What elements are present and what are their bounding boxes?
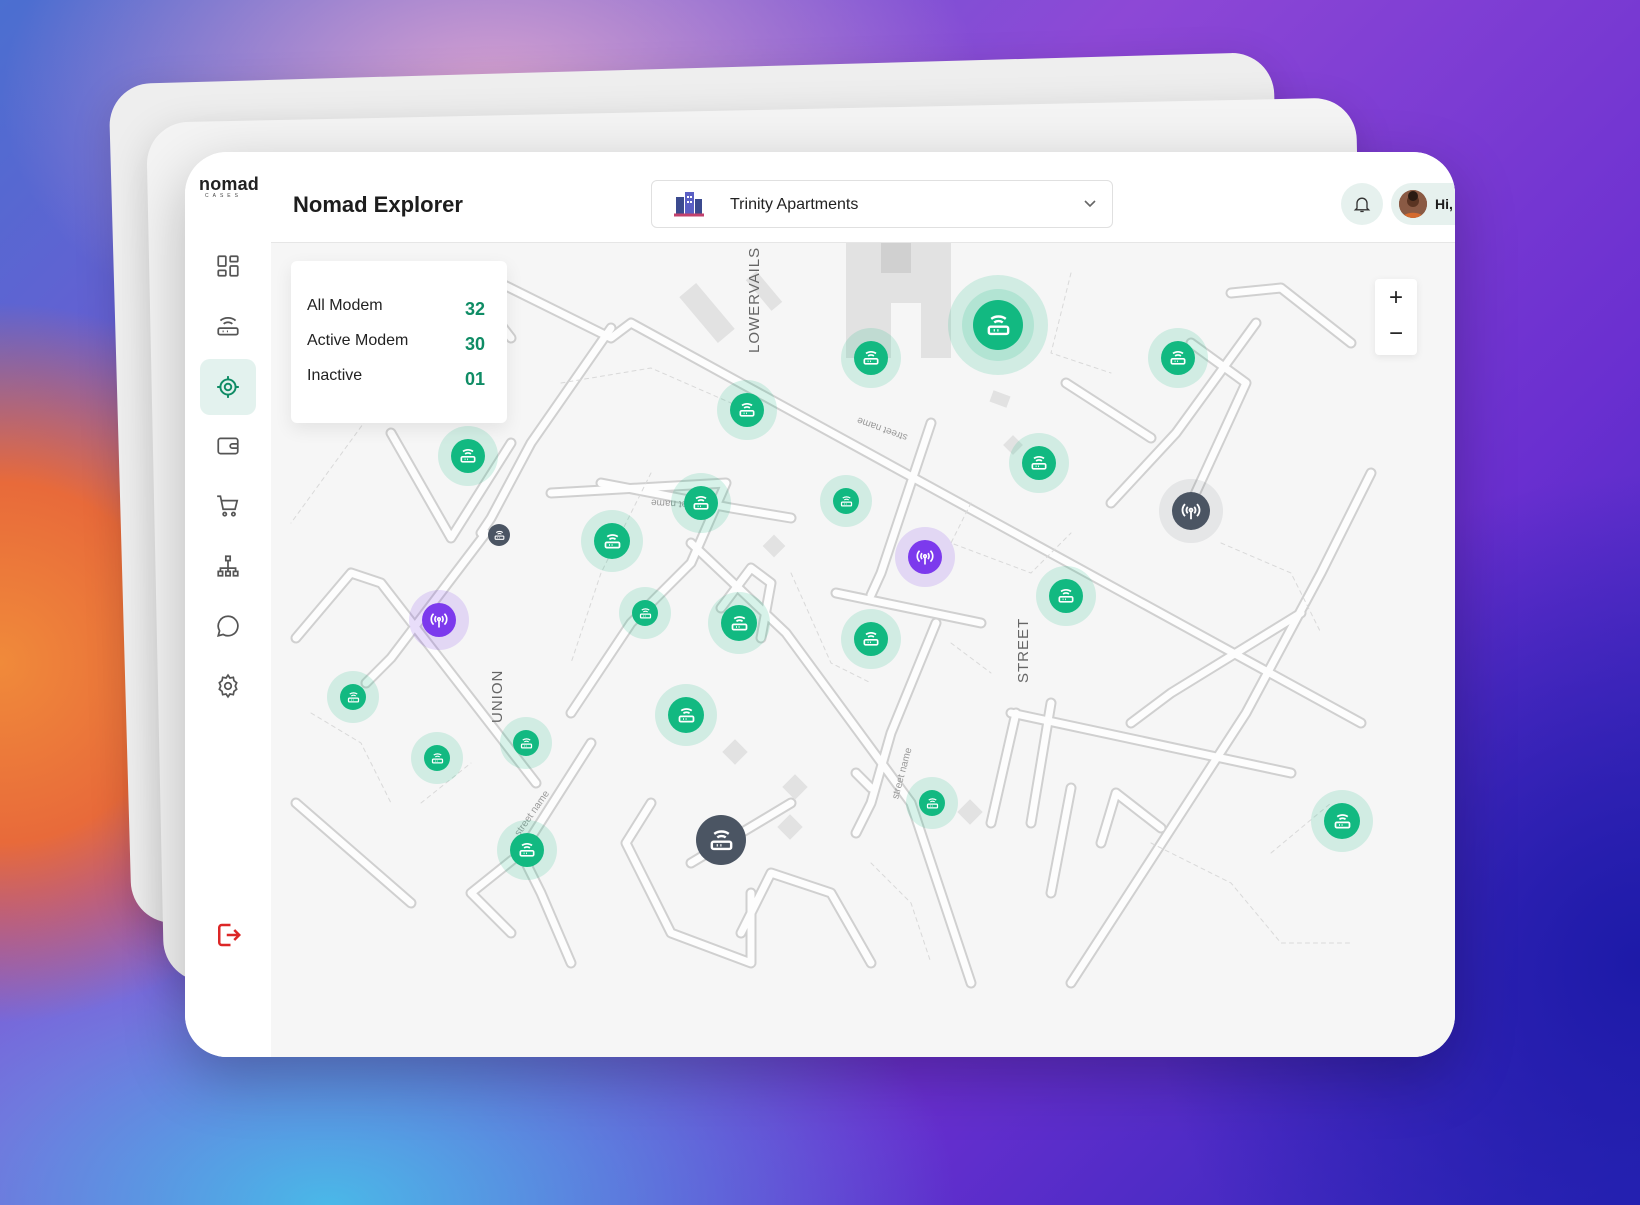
logout-icon[interactable]	[213, 920, 243, 950]
header: Nomad Explorer Trinity Apartments Hi, Ru…	[271, 152, 1455, 243]
inactive-modem-marker[interactable]	[488, 524, 510, 546]
modem-marker[interactable]	[854, 622, 888, 656]
modem-marker[interactable]	[668, 697, 704, 733]
street-label-street: STREET	[1015, 617, 1032, 683]
tower-marker[interactable]	[908, 540, 942, 574]
sidebar: nomad CASES	[185, 152, 271, 1057]
gear-icon	[218, 673, 238, 699]
tower-marker[interactable]	[422, 603, 456, 637]
street-label-lowervails: LOWERVAILS	[746, 246, 763, 353]
sidebar-item-wallet[interactable]	[200, 418, 256, 474]
modem-marker[interactable]	[424, 745, 450, 771]
router-icon	[861, 348, 881, 368]
router-icon	[430, 751, 445, 766]
router-icon	[217, 317, 239, 336]
modem-marker[interactable]	[684, 486, 718, 520]
user-greeting: Hi, Ruth	[1435, 196, 1455, 212]
modem-marker[interactable]	[973, 300, 1023, 350]
modem-marker[interactable]	[919, 790, 945, 816]
signal-tower-icon	[1180, 500, 1202, 522]
router-icon	[1332, 811, 1353, 832]
street-label-union: UNION	[489, 669, 506, 723]
avatar	[1399, 190, 1427, 218]
building-icon	[674, 192, 704, 217]
dashboard-icon	[217, 255, 239, 277]
router-icon	[729, 613, 750, 634]
map[interactable]: LOWERVAILS UNION STREET street name stre…	[271, 243, 1455, 1057]
stat-active-modem: Active Modem 30	[307, 332, 485, 354]
modem-marker[interactable]	[833, 488, 859, 514]
signal-tower-icon	[429, 610, 449, 630]
modem-marker[interactable]	[1161, 341, 1195, 375]
router-icon	[519, 736, 534, 751]
sidebar-item-dashboard[interactable]	[200, 238, 256, 294]
router-icon	[925, 796, 940, 811]
sidebar-item-messages[interactable]	[200, 598, 256, 654]
router-icon	[861, 629, 881, 649]
modem-marker[interactable]	[1049, 579, 1083, 613]
sidebar-item-network[interactable]	[200, 538, 256, 594]
zoom-out-button[interactable]: −	[1375, 315, 1417, 353]
stat-inactive-modem: Inactive 01	[307, 367, 485, 389]
router-icon	[707, 826, 736, 855]
page-title: Nomad Explorer	[293, 192, 463, 217]
modem-marker[interactable]	[632, 600, 658, 626]
router-icon	[602, 531, 623, 552]
inactive-modem-marker[interactable]	[696, 815, 746, 865]
modem-marker[interactable]	[1022, 446, 1056, 480]
building-select[interactable]: Trinity Apartments	[651, 180, 1113, 228]
modem-stats-panel: All Modem 32 Active Modem 30 Inactive 01	[291, 261, 507, 423]
router-icon	[1056, 586, 1076, 606]
user-menu-button[interactable]: Hi, Ruth	[1391, 183, 1455, 225]
app-window: nomad CASES Nomad Explorer Trinity Apart…	[185, 152, 1455, 1057]
target-icon	[217, 376, 239, 398]
modem-marker[interactable]	[513, 730, 539, 756]
stat-all-modem: All Modem 32	[307, 297, 485, 319]
router-icon	[458, 446, 478, 466]
logo: nomad CASES	[199, 174, 260, 199]
modem-marker[interactable]	[451, 439, 485, 473]
modem-marker[interactable]	[1324, 803, 1360, 839]
chat-icon	[217, 615, 239, 637]
router-icon	[1168, 348, 1188, 368]
router-icon	[676, 705, 697, 726]
modem-marker[interactable]	[594, 523, 630, 559]
tower-marker[interactable]	[1172, 492, 1210, 530]
router-icon	[839, 494, 854, 509]
modem-marker[interactable]	[340, 684, 366, 710]
building-label: Trinity Apartments	[730, 196, 859, 213]
router-icon	[517, 840, 537, 860]
router-icon	[346, 690, 361, 705]
router-icon	[984, 311, 1013, 340]
zoom-controls: + −	[1375, 279, 1417, 355]
modem-marker[interactable]	[854, 341, 888, 375]
modem-marker[interactable]	[510, 833, 544, 867]
router-icon	[638, 606, 653, 621]
sidebar-item-modems[interactable]	[200, 298, 256, 354]
sidebar-item-cart[interactable]	[200, 478, 256, 534]
router-icon	[691, 493, 711, 513]
cart-icon	[217, 495, 239, 517]
hierarchy-icon	[217, 555, 239, 577]
modem-marker[interactable]	[721, 605, 757, 641]
bell-icon	[1353, 197, 1371, 213]
wallet-icon	[217, 437, 239, 455]
zoom-in-button[interactable]: +	[1375, 279, 1417, 317]
router-icon	[493, 529, 506, 542]
modem-marker[interactable]	[730, 393, 764, 427]
signal-tower-icon	[915, 547, 935, 567]
notifications-button[interactable]	[1341, 183, 1383, 225]
router-icon	[1029, 453, 1049, 473]
sidebar-item-explorer[interactable]	[200, 359, 256, 415]
chevron-down-icon	[1084, 200, 1096, 208]
sidebar-item-settings[interactable]	[200, 658, 256, 714]
router-icon	[737, 400, 757, 420]
